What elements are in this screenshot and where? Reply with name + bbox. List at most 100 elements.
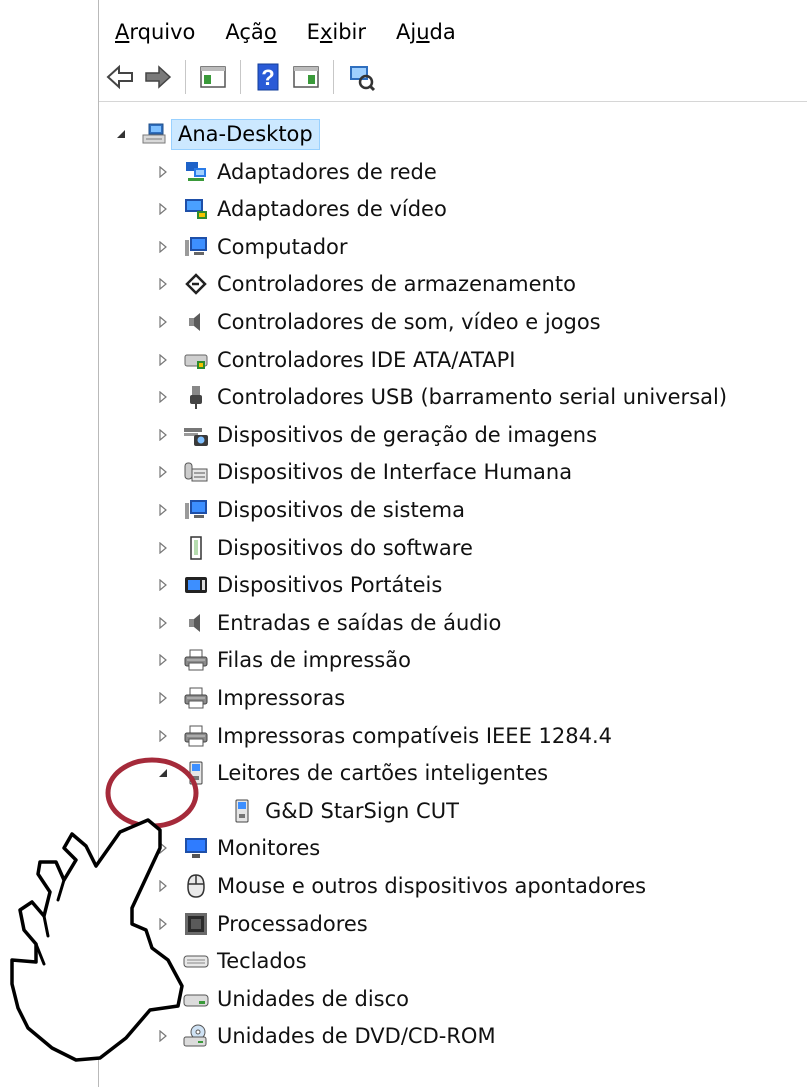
tree-category[interactable]: Dispositivos de sistema	[155, 492, 465, 528]
tree-category[interactable]: Dispositivos de geração de imagens	[155, 417, 597, 453]
tree-category[interactable]: Controladores USB (barramento serial uni…	[155, 379, 727, 415]
disk-drive-icon	[183, 986, 209, 1012]
tree-category-label: Dispositivos do software	[217, 535, 473, 560]
tree-category-label: Leitores de cartões inteligentes	[217, 761, 549, 786]
network-adapter-icon	[183, 159, 209, 185]
menu-mnemonic: x	[319, 20, 333, 44]
menu-label-part: Aj	[396, 20, 417, 44]
tree-category[interactable]: Impressoras	[155, 680, 345, 716]
tree-category-label: Dispositivos Portáteis	[217, 573, 443, 598]
tree-category[interactable]: Adaptadores de vídeo	[155, 191, 447, 227]
tree-root-label[interactable]: Ana-Desktop	[171, 118, 320, 150]
expand-arrow-icon[interactable]	[155, 953, 171, 969]
show-hide-action-pane-icon[interactable]	[289, 60, 323, 94]
menu-label-part: rquivo	[129, 20, 196, 44]
forward-button-icon[interactable]	[141, 60, 175, 94]
collapse-arrow-icon[interactable]	[155, 765, 171, 781]
expand-arrow-icon[interactable]	[155, 427, 171, 443]
menu-acao[interactable]: Ação	[209, 20, 290, 44]
hid-icon	[183, 459, 209, 485]
scan-hardware-changes-icon[interactable]	[344, 60, 378, 94]
camera-icon	[183, 422, 209, 448]
menu-label-part: ibir	[332, 20, 367, 44]
speaker-icon	[183, 309, 209, 335]
menu-ajuda[interactable]: Ajuda	[380, 20, 470, 44]
tree-category[interactable]: Teclados	[155, 943, 307, 979]
show-hide-console-tree-icon[interactable]	[196, 60, 230, 94]
usb-icon	[183, 384, 209, 410]
menu-mnemonic: o	[263, 20, 277, 44]
menu-exibir[interactable]: Exibir	[291, 20, 380, 44]
storage-controller-icon	[183, 271, 209, 297]
expand-arrow-icon[interactable]	[155, 991, 171, 1007]
tree-category[interactable]: Dispositivos Portáteis	[155, 567, 442, 603]
tree-category-label: Controladores de armazenamento	[217, 272, 576, 297]
tree-category[interactable]: Mouse e outros dispositivos apontadores	[155, 868, 646, 904]
portable-device-icon	[183, 572, 209, 598]
ide-controller-icon	[183, 347, 209, 373]
tree-category-label: Impressoras compatíveis IEEE 1284.4	[217, 723, 612, 748]
tree-category[interactable]: Leitores de cartões inteligentes	[155, 755, 548, 791]
expand-arrow-icon[interactable]	[155, 389, 171, 405]
menu-label-part: da	[429, 20, 456, 44]
expand-arrow-icon[interactable]	[155, 840, 171, 856]
expand-arrow-icon[interactable]	[155, 690, 171, 706]
expand-arrow-icon[interactable]	[155, 728, 171, 744]
menu-mnemonic: A	[115, 20, 130, 44]
expand-arrow-icon[interactable]	[155, 314, 171, 330]
tree-category[interactable]: Adaptadores de rede	[155, 154, 437, 190]
expand-arrow-icon[interactable]	[155, 201, 171, 217]
expand-arrow-icon[interactable]	[155, 615, 171, 631]
expand-arrow-icon[interactable]	[155, 540, 171, 556]
smart-card-reader-icon	[183, 760, 209, 786]
tree-device-label: G&D StarSign CUT	[265, 798, 459, 823]
dvd-drive-icon	[183, 1023, 209, 1049]
expand-arrow-icon[interactable]	[155, 276, 171, 292]
tree-category[interactable]: Unidades de DVD/CD-ROM	[155, 1018, 496, 1054]
tree-category[interactable]: Impressoras compatíveis IEEE 1284.4	[155, 718, 612, 754]
smart-card-device-icon	[229, 798, 255, 824]
menu-mnemonic: u	[416, 20, 430, 44]
expand-arrow-icon[interactable]	[155, 502, 171, 518]
expand-arrow-icon[interactable]	[155, 164, 171, 180]
tree-category-label: Entradas e saídas de áudio	[217, 610, 502, 635]
help-icon[interactable]: ?	[251, 60, 285, 94]
tree-category-label: Unidades de DVD/CD-ROM	[217, 1024, 496, 1049]
tree-category[interactable]: Controladores de armazenamento	[155, 266, 576, 302]
tree-category[interactable]: Filas de impressão	[155, 642, 411, 678]
device-manager-window: Arquivo Ação Exibir Ajuda ? Ana-Desktop Adap…	[98, 0, 807, 1087]
expand-arrow-icon[interactable]	[155, 1028, 171, 1044]
expand-arrow-icon[interactable]	[155, 464, 171, 480]
tree-category-label: Controladores USB (barramento serial uni…	[217, 385, 728, 410]
collapse-arrow-icon[interactable]	[113, 126, 129, 142]
svg-text:?: ?	[261, 65, 274, 90]
tree-category[interactable]: Dispositivos de Interface Humana	[155, 454, 572, 490]
toolbar: ?	[99, 54, 807, 100]
tree-category-label: Controladores de som, vídeo e jogos	[217, 310, 601, 334]
tree-device[interactable]: G&D StarSign CUT	[229, 793, 459, 829]
tree-category-label: Computador	[217, 234, 348, 259]
tree-category[interactable]: Processadores	[155, 906, 368, 942]
tree-category-label: Mouse e outros dispositivos apontadores	[217, 874, 647, 898]
back-button-icon[interactable]	[103, 60, 137, 94]
expand-arrow-icon[interactable]	[155, 652, 171, 668]
expand-arrow-icon[interactable]	[155, 916, 171, 932]
expand-arrow-icon[interactable]	[155, 239, 171, 255]
processor-icon	[183, 911, 209, 937]
tree-category-label: Filas de impressão	[217, 648, 411, 673]
tree-category[interactable]: Dispositivos do software	[155, 530, 473, 566]
expand-arrow-icon[interactable]	[155, 878, 171, 894]
tree-category[interactable]: Computador	[155, 229, 348, 265]
tree-category[interactable]: Controladores IDE ATA/ATAPI	[155, 342, 516, 378]
expand-arrow-icon[interactable]	[155, 352, 171, 368]
toolbar-separator	[333, 60, 334, 94]
tree-category[interactable]: Controladores de som, vídeo e jogos	[155, 304, 601, 340]
menu-arquivo[interactable]: Arquivo	[99, 20, 209, 44]
printer-icon	[183, 685, 209, 711]
tree-category[interactable]: Monitores	[155, 830, 320, 866]
tree-root[interactable]: Ana-Desktop	[113, 116, 320, 152]
expand-arrow-icon[interactable]	[155, 577, 171, 593]
display-adapter-icon	[183, 196, 209, 222]
tree-category[interactable]: Entradas e saídas de áudio	[155, 605, 501, 641]
tree-category[interactable]: Unidades de disco	[155, 981, 409, 1017]
